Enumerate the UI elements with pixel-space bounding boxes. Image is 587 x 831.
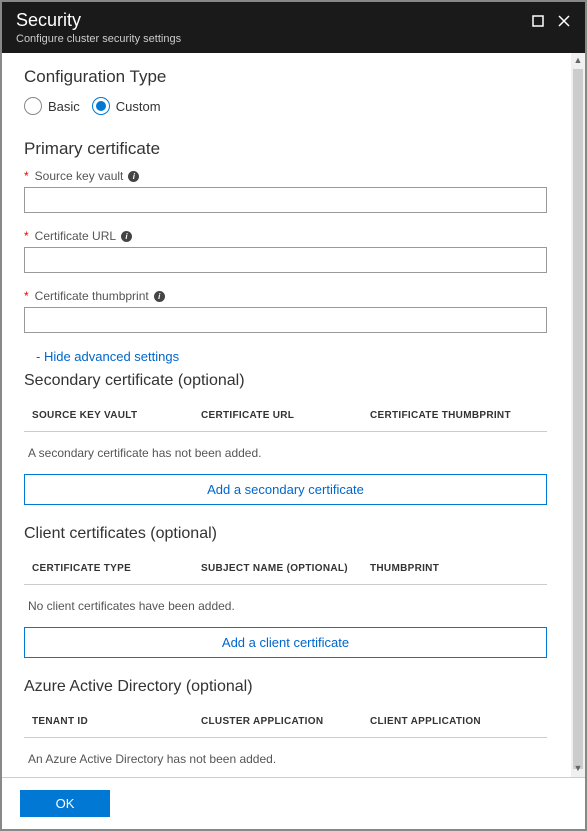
field-source-key-vault: * Source key vault i (24, 169, 547, 213)
input-certificate-url[interactable] (24, 247, 547, 273)
label-source-key-vault: * Source key vault i (24, 169, 547, 183)
col-client-application: CLIENT APPLICATION (370, 716, 539, 727)
config-type-radio-group: Basic Custom (24, 97, 547, 115)
label-text-source-key-vault: Source key vault (35, 169, 124, 183)
col-cluster-application: CLUSTER APPLICATION (201, 716, 370, 727)
footer: OK (2, 777, 585, 829)
scroll-up-icon[interactable]: ▲ (573, 55, 583, 67)
label-certificate-url: * Certificate URL i (24, 229, 547, 243)
info-icon[interactable]: i (128, 171, 139, 182)
add-secondary-certificate-button[interactable]: Add a secondary certificate (24, 474, 547, 505)
scrollbar-thumb[interactable] (573, 69, 583, 769)
ok-button[interactable]: OK (20, 790, 110, 817)
titlebar: Security Configure cluster security sett… (2, 2, 585, 53)
security-blade: Security Configure cluster security sett… (2, 2, 585, 829)
label-certificate-thumbprint: * Certificate thumbprint i (24, 289, 547, 303)
aad-empty: An Azure Active Directory has not been a… (24, 738, 547, 777)
col-certificate-type: CERTIFICATE TYPE (32, 563, 201, 574)
titlebar-text: Security Configure cluster security sett… (16, 10, 181, 45)
titlebar-controls (531, 10, 571, 28)
field-certificate-thumbprint: * Certificate thumbprint i (24, 289, 547, 333)
aad-heading: Azure Active Directory (optional) (24, 678, 547, 696)
info-icon[interactable]: i (121, 231, 132, 242)
primary-cert-heading: Primary certificate (24, 139, 547, 159)
scroll-down-icon[interactable]: ▼ (573, 763, 583, 775)
col-tenant-id: TENANT ID (32, 716, 201, 727)
input-certificate-thumbprint[interactable] (24, 307, 547, 333)
toggle-advanced-settings[interactable]: - Hide advanced settings (36, 349, 547, 364)
required-asterisk: * (24, 169, 29, 183)
info-icon[interactable]: i (154, 291, 165, 302)
secondary-cert-empty: A secondary certificate has not been add… (24, 432, 547, 474)
radio-basic[interactable]: Basic (24, 97, 80, 115)
page-subtitle: Configure cluster security settings (16, 33, 181, 45)
radio-custom-label: Custom (116, 99, 161, 114)
maximize-icon[interactable] (531, 14, 545, 28)
secondary-cert-table-header: SOURCE KEY VAULT CERTIFICATE URL CERTIFI… (24, 398, 547, 432)
required-asterisk: * (24, 289, 29, 303)
client-certs-empty: No client certificates have been added. (24, 585, 547, 627)
aad-table-header: TENANT ID CLUSTER APPLICATION CLIENT APP… (24, 704, 547, 738)
client-certs-heading: Client certificates (optional) (24, 525, 547, 543)
label-text-certificate-url: Certificate URL (35, 229, 116, 243)
col-thumbprint: THUMBPRINT (370, 563, 539, 574)
radio-basic-circle (24, 97, 42, 115)
label-text-certificate-thumbprint: Certificate thumbprint (35, 289, 149, 303)
radio-basic-label: Basic (48, 99, 80, 114)
scrollbar[interactable]: ▲ ▼ (571, 53, 585, 777)
col-source-key-vault: SOURCE KEY VAULT (32, 410, 201, 421)
radio-custom[interactable]: Custom (92, 97, 161, 115)
content-area: ▲ ▼ Configuration Type Basic Custom Prim… (2, 53, 585, 777)
input-source-key-vault[interactable] (24, 187, 547, 213)
col-subject-name: SUBJECT NAME (OPTIONAL) (201, 563, 370, 574)
col-certificate-thumbprint: CERTIFICATE THUMBPRINT (370, 410, 539, 421)
field-certificate-url: * Certificate URL i (24, 229, 547, 273)
close-icon[interactable] (557, 14, 571, 28)
radio-custom-circle (92, 97, 110, 115)
add-client-certificate-button[interactable]: Add a client certificate (24, 627, 547, 658)
radio-dot-icon (96, 101, 106, 111)
col-certificate-url: CERTIFICATE URL (201, 410, 370, 421)
page-title: Security (16, 10, 181, 31)
config-type-heading: Configuration Type (24, 67, 547, 87)
required-asterisk: * (24, 229, 29, 243)
client-certs-table-header: CERTIFICATE TYPE SUBJECT NAME (OPTIONAL)… (24, 551, 547, 585)
secondary-cert-heading: Secondary certificate (optional) (24, 372, 547, 390)
